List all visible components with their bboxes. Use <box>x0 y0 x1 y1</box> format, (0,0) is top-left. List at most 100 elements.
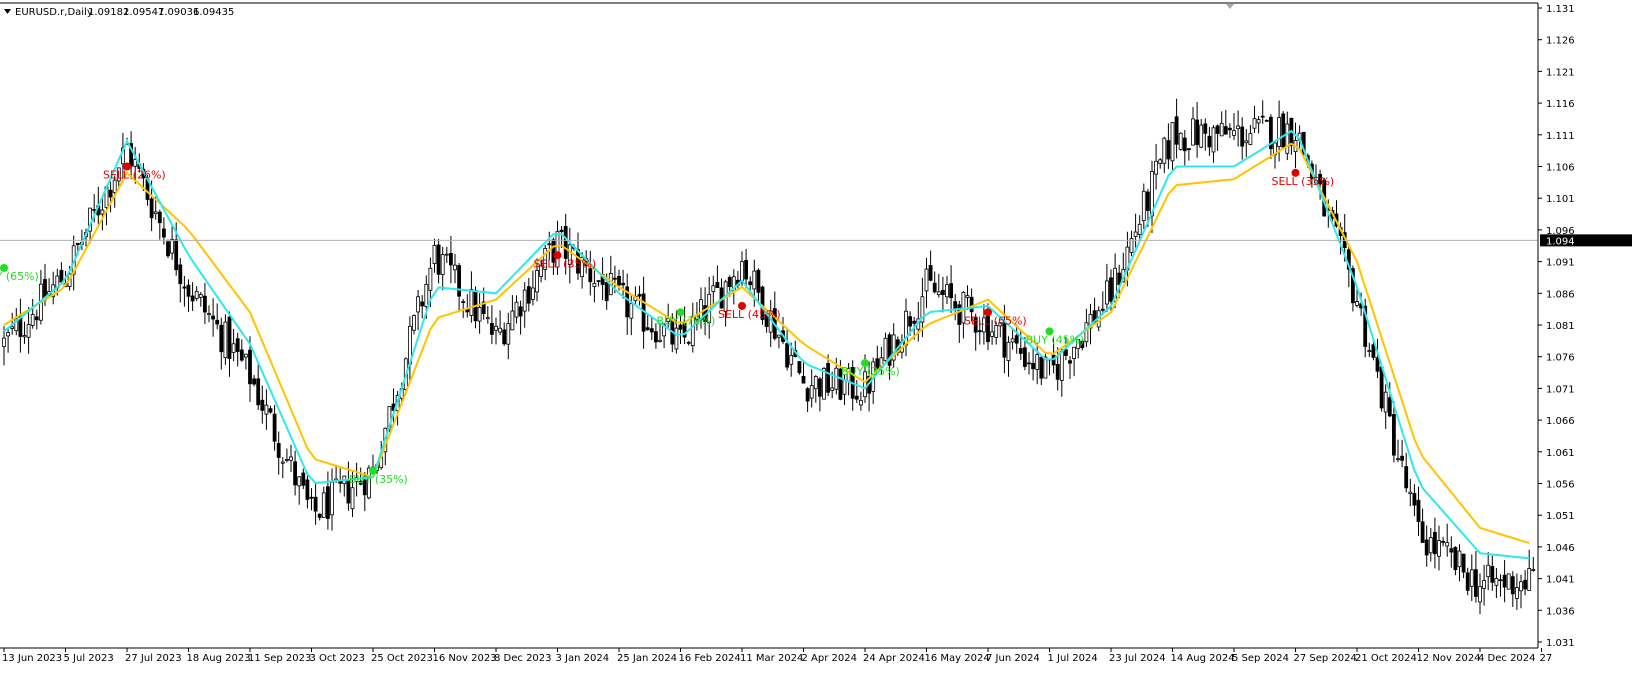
candle-bear <box>309 496 314 499</box>
candle-bear <box>1453 547 1458 571</box>
candle-bear <box>215 319 220 325</box>
candle-bear <box>1002 321 1007 358</box>
candle-bull <box>1141 190 1146 222</box>
price-chart[interactable]: BUY (65%) SELL (26%) BUY (35%) SELL (35%) BU… <box>0 0 1632 689</box>
candle-bear <box>1109 277 1113 302</box>
candle-bull <box>1515 587 1519 599</box>
candle-bull <box>453 264 457 271</box>
candle-bear <box>563 226 568 259</box>
candle-bull <box>1199 124 1204 148</box>
sell-signal-label: SELL (35%) <box>534 257 597 270</box>
candle-bull <box>1137 223 1142 235</box>
candle-bull <box>494 325 498 331</box>
time-tick-label: 23 Jul 2024 <box>1109 653 1166 664</box>
candle-bull <box>198 294 203 298</box>
candle-bull <box>535 270 539 293</box>
candle-bull <box>485 317 490 320</box>
candle-bull <box>1191 118 1195 146</box>
candle-bear <box>1474 569 1478 597</box>
sell-signal-label: SELL (35%) <box>1272 175 1335 188</box>
candle-bear <box>969 296 974 313</box>
candle-bull <box>822 368 826 400</box>
price-tick-label: 1.116 <box>1546 99 1575 110</box>
candle-bull <box>1170 122 1175 162</box>
candle-bull <box>842 379 847 395</box>
candle-bear <box>1068 360 1072 364</box>
price-tick-label: 1.061 <box>1546 448 1575 459</box>
candle-bear <box>1039 356 1044 379</box>
candle-bear <box>1207 135 1212 148</box>
time-tick-label: 2 Apr 2024 <box>802 653 857 664</box>
candle-bull <box>883 337 888 361</box>
candle-bull <box>289 456 293 461</box>
candle-bear <box>1416 499 1421 523</box>
candle-bull <box>297 476 302 487</box>
candle-bull <box>1531 569 1536 571</box>
candle-bull <box>924 268 929 292</box>
candle-bull <box>1010 338 1015 343</box>
buy-signal-label: BUY (35%) <box>841 365 900 378</box>
candle-bull <box>813 376 818 390</box>
candle-bull <box>440 254 445 275</box>
candle-bear <box>588 268 593 283</box>
candle-bull <box>547 243 552 246</box>
time-tick-label: 25 Jan 2024 <box>617 653 677 664</box>
candle-bear <box>1146 191 1150 211</box>
candle-bull <box>1133 231 1138 237</box>
price-tick-label: 1.111 <box>1546 131 1575 142</box>
time-tick-label: 5 Jul 2023 <box>64 653 114 664</box>
candle-bull <box>223 321 228 359</box>
candle-bear <box>1465 572 1470 591</box>
price-tick-label: 1.066 <box>1546 416 1575 427</box>
candle-bear <box>756 269 761 293</box>
candle-bear <box>818 378 822 397</box>
candle-bear <box>801 375 806 384</box>
candle-bear <box>617 275 621 286</box>
candle-bear <box>1031 362 1035 370</box>
candle-bear <box>654 331 658 343</box>
candle-bull <box>477 306 482 322</box>
candle-bear <box>645 327 650 331</box>
chart-background <box>0 0 1632 689</box>
candle-bull <box>416 296 421 313</box>
candle-bear <box>1400 455 1404 461</box>
time-tick-label: 7 Jun 2024 <box>986 653 1040 664</box>
price-tick-label: 1.051 <box>1546 511 1575 522</box>
candle-bull <box>1084 322 1089 343</box>
candle-bear <box>686 341 691 344</box>
candle-bull <box>1154 160 1158 175</box>
candle-bull <box>1457 550 1462 568</box>
candle-bear <box>1228 127 1232 131</box>
price-tick-label: 1.126 <box>1546 36 1575 47</box>
candle-bear <box>1014 335 1019 344</box>
candle-bear <box>715 282 720 288</box>
time-tick-label: 8 Dec 2023 <box>494 653 552 664</box>
candle-bear <box>1018 348 1023 354</box>
candle-bull <box>243 353 248 358</box>
candle-bull <box>30 314 35 326</box>
candle-bull <box>1428 537 1433 554</box>
candle-bull <box>498 327 503 333</box>
candle-bull <box>231 343 236 353</box>
candle-bear <box>211 315 216 320</box>
candle-bear <box>149 198 154 219</box>
candle-bear <box>1027 362 1031 365</box>
candle-bull <box>321 492 326 518</box>
candle-bear <box>1174 116 1179 145</box>
buy-signal-label: BUY (35%) <box>349 473 408 486</box>
candle-bear <box>949 283 953 299</box>
candle-bear <box>1100 308 1105 311</box>
candle-bull <box>1178 132 1183 150</box>
candle-bull <box>936 291 941 296</box>
candle-bull <box>194 290 199 300</box>
candle-bear <box>953 301 958 309</box>
candle-bull <box>1478 586 1482 603</box>
candle-bear <box>1203 123 1208 134</box>
candle-bear <box>436 244 441 275</box>
time-tick-label: 3 Jan 2024 <box>556 653 610 664</box>
candle-bear <box>1523 579 1527 590</box>
candle-bear <box>1055 364 1060 380</box>
candle-bear <box>489 323 494 335</box>
candle-bull <box>830 387 835 391</box>
price-tick-label: 1.131 <box>1546 4 1575 15</box>
